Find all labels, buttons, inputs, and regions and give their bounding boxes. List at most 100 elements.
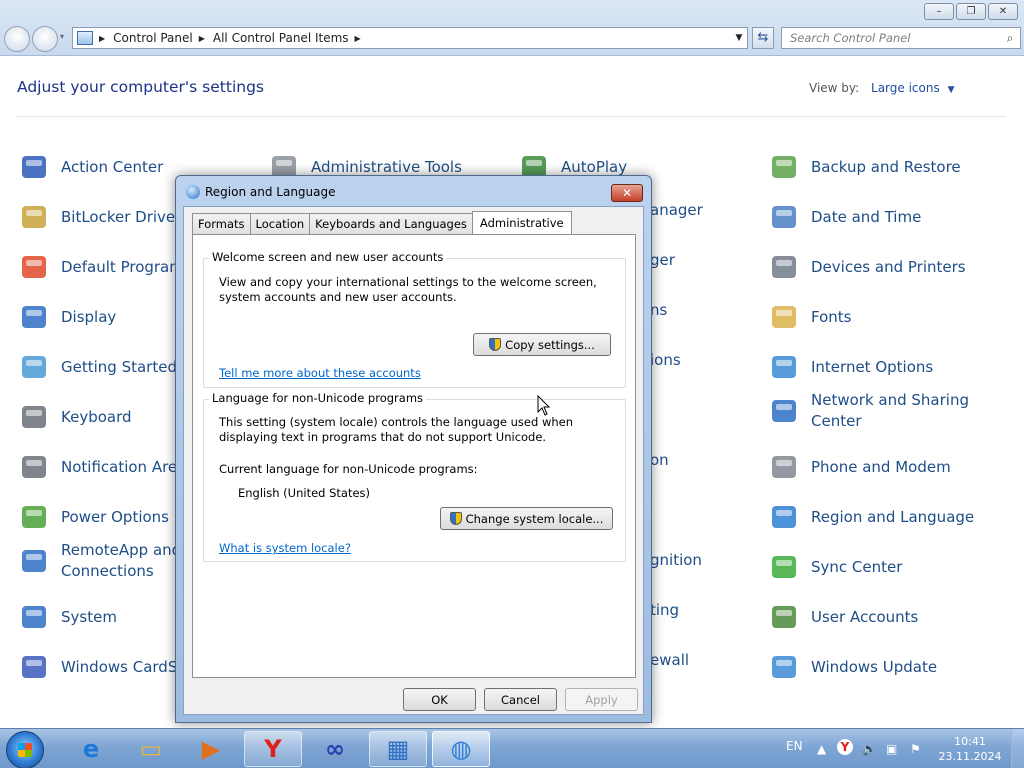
dialog-body: Formats Location Keyboards and Languages… (183, 206, 644, 715)
group-title: Welcome screen and new user accounts (209, 250, 447, 264)
control-panel-item[interactable]: Backup and Restore (767, 150, 961, 184)
flag-icon (17, 150, 51, 184)
control-panel-item-label: Power Options (61, 507, 169, 526)
control-panel-item[interactable]: on (650, 450, 669, 471)
copy-settings-label: Copy settings... (505, 337, 595, 352)
show-desktop-button[interactable] (1011, 729, 1024, 768)
what-is-system-locale-link[interactable]: What is system locale? (219, 541, 351, 555)
control-panel-item[interactable]: Display (17, 300, 116, 334)
close-window-button[interactable]: ✕ (988, 3, 1018, 20)
restore-button[interactable]: ❐ (956, 3, 986, 20)
control-panel-item-label: Display (61, 307, 117, 326)
tab-location[interactable]: Location (249, 213, 311, 234)
control-panel-item-label: Devices and Printers (811, 257, 966, 276)
apply-button[interactable]: Apply (565, 688, 638, 711)
tab-keyboards-and-languages[interactable]: Keyboards and Languages (309, 213, 473, 234)
control-panel-item-label: BitLocker Drive E (61, 207, 190, 226)
start-button[interactable] (6, 731, 44, 768)
breadcrumb-chevron-icon[interactable]: ▶ (355, 34, 361, 43)
control-panel-item-label: ting (650, 601, 680, 619)
control-panel-item-label: Windows Update (811, 657, 938, 676)
taskbar-button[interactable]: ▦ (369, 731, 427, 767)
address-bar[interactable]: ▶ Control Panel ▶ All Control Panel Item… (72, 27, 748, 49)
mouse-cursor-icon (537, 395, 551, 416)
change-system-locale-button[interactable]: Change system locale... (440, 507, 613, 530)
taskbar-button[interactable]: e (62, 731, 120, 767)
nav-buttons (4, 26, 58, 52)
tab-formats[interactable]: Formats (192, 213, 251, 234)
input-language-indicator[interactable]: EN (786, 739, 803, 753)
control-panel-item[interactable]: Keyboard (17, 400, 132, 434)
forward-button[interactable] (32, 26, 58, 52)
search-icon[interactable]: ⌕ (1000, 31, 1020, 46)
control-panel-item[interactable]: Action Center (17, 150, 163, 184)
copy-settings-button[interactable]: Copy settings... (473, 333, 611, 356)
control-panel-item[interactable]: Network and Sharing Center (767, 390, 981, 432)
control-panel-item-label: User Accounts (811, 607, 919, 626)
control-panel-item[interactable]: Windows Update (767, 650, 937, 684)
address-dropdown-icon[interactable]: ▼ (731, 33, 747, 43)
control-panel-item[interactable]: Power Options (17, 500, 169, 534)
control-panel-item[interactable]: ting (650, 600, 679, 621)
cancel-button[interactable]: Cancel (484, 688, 557, 711)
breadcrumb-control-panel[interactable]: Control Panel (113, 31, 193, 45)
control-panel-item[interactable]: ger (650, 250, 675, 271)
taskbar-button[interactable]: ▶ (182, 731, 240, 767)
media-player-icon: ▶ (201, 735, 221, 763)
control-panel-item[interactable]: ewall (650, 650, 689, 671)
phone-icon (767, 450, 801, 484)
network-tray-icon[interactable]: ▣ (886, 742, 897, 756)
current-language-value: English (United States) (238, 486, 371, 500)
breadcrumb-chevron-icon[interactable]: ▶ (99, 34, 105, 43)
yandex-tray-icon[interactable]: Y (837, 739, 853, 755)
control-panel-item[interactable]: Notification Area (17, 450, 186, 484)
minimize-button[interactable]: – (924, 3, 954, 20)
taskbar-button[interactable]: Y (244, 731, 302, 767)
control-panel-item[interactable]: Default Program (17, 250, 184, 284)
control-panel-item[interactable]: Fonts (767, 300, 851, 334)
taskbar: e ▭ ▶ Y ∞ ▦ ◍ EN ▲ Y 🔈 ▣ ⚑ 10:41 23.11.2024 (0, 728, 1024, 768)
control-panel-item[interactable]: User Accounts (767, 600, 918, 634)
refresh-button[interactable]: ⇆ (752, 27, 774, 49)
control-panel-item[interactable]: Sync Center (767, 550, 902, 584)
change-system-locale-label: Change system locale... (465, 511, 604, 526)
control-panel-item[interactable]: Date and Time (767, 200, 921, 234)
view-by-dropdown[interactable]: Large icons (871, 81, 940, 95)
control-panel-item[interactable]: gnition (650, 550, 702, 571)
search-input[interactable] (782, 28, 1000, 48)
view-by-chevron-icon[interactable]: ▼ (948, 85, 955, 95)
breadcrumb-chevron-icon[interactable]: ▶ (199, 34, 205, 43)
control-panel-item[interactable]: Region and Language (767, 500, 974, 534)
dialog-tabs: Formats Location Keyboards and Languages… (192, 211, 572, 234)
control-panel-item[interactable]: Windows CardSp (17, 650, 187, 684)
volume-icon[interactable]: 🔈 (862, 742, 877, 756)
control-panel-item[interactable]: BitLocker Drive E (17, 200, 189, 234)
taskbar-button[interactable]: ∞ (306, 731, 364, 767)
system-clock[interactable]: 10:41 23.11.2024 (935, 734, 1005, 764)
tell-me-more-link[interactable]: Tell me more about these accounts (219, 366, 421, 380)
yandex-browser-icon: Y (264, 735, 282, 763)
search-box[interactable]: ⌕ (781, 27, 1021, 49)
show-hidden-icons-icon[interactable]: ▲ (817, 742, 826, 756)
control-panel-item[interactable]: ns (650, 300, 667, 321)
control-panel-item[interactable]: Getting Started (17, 350, 177, 384)
taskbar-button[interactable]: ◍ (432, 731, 490, 767)
control-panel-item-label: ger (650, 251, 675, 269)
ok-button[interactable]: OK (403, 688, 476, 711)
control-panel-item[interactable]: anager (650, 200, 703, 221)
control-panel-item[interactable]: Internet Options (767, 350, 933, 384)
keyboard-icon (17, 400, 51, 434)
control-panel-item[interactable]: Phone and Modem (767, 450, 951, 484)
breadcrumb-all-items[interactable]: All Control Panel Items (213, 31, 349, 45)
recent-pages-dropdown-icon[interactable]: ▾ (60, 32, 64, 41)
taskbar-button[interactable]: ▭ (122, 731, 180, 767)
tab-administrative[interactable]: Administrative (471, 211, 572, 234)
control-panel-item[interactable]: Devices and Printers (767, 250, 966, 284)
control-panel-item[interactable]: System (17, 600, 117, 634)
dialog-close-button[interactable]: ✕ (611, 184, 643, 202)
back-button[interactable] (4, 26, 30, 52)
uac-shield-icon (489, 338, 502, 351)
action-center-flag-icon[interactable]: ⚑ (910, 742, 921, 756)
control-panel-item[interactable]: ions (650, 350, 681, 371)
control-panel-item-label: Action Center (61, 157, 164, 176)
